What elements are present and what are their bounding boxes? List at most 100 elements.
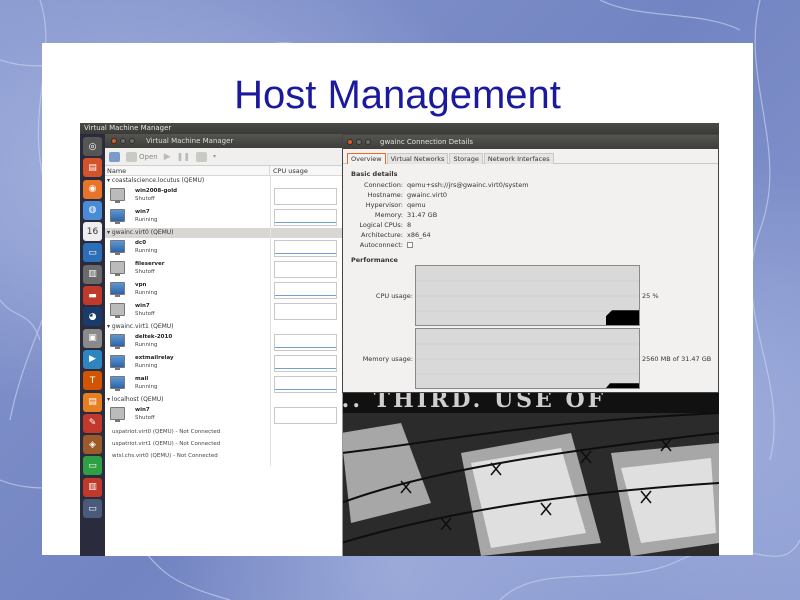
vm-state: Shutoff (135, 311, 155, 317)
cpu-usage-area (606, 310, 639, 325)
inkscape-icon[interactable]: ✎ (83, 413, 102, 433)
vm-name: extmailrelay (135, 355, 174, 361)
files-icon[interactable]: ▤ (83, 158, 102, 178)
vm-cpu-graph (274, 303, 337, 320)
new-vm-icon[interactable] (109, 151, 120, 162)
disconnected-connection-row[interactable]: wtsl.chs.virt0 (QEMU) - Not Connected (105, 450, 342, 462)
detail-key: Memory: (374, 211, 403, 219)
vm-row[interactable]: extmailrelay Running (105, 353, 342, 374)
vm-cpu-graph (274, 407, 337, 424)
vm-shutoff-icon (110, 303, 125, 318)
vm-row[interactable]: win7 Shutoff (105, 405, 342, 426)
vm-row[interactable]: dc0 Running (105, 238, 342, 259)
details-titlebar[interactable]: gwainc Connection Details (343, 135, 718, 149)
vm-row[interactable]: vpn Running (105, 280, 342, 301)
cpu-usage-graph (415, 265, 640, 326)
vm-row[interactable]: mail Running (105, 374, 342, 395)
open-button-label: Open (139, 152, 158, 161)
barbed-wire-image: ... THIRD. USE OF (341, 393, 719, 556)
vm-cpu-graph (274, 188, 337, 205)
vm-row[interactable]: win7 Shutoff (105, 301, 342, 322)
chip-icon[interactable]: ▣ (83, 328, 102, 348)
cpu-column-header[interactable]: CPU usage (270, 166, 308, 175)
connection-row[interactable]: ▾ gwainc.virt1 (QEMU) (105, 322, 342, 332)
maximize-icon[interactable] (129, 138, 135, 144)
vm-running-icon (110, 334, 125, 349)
vmm-window: Virtual Machine Manager Open ▶ ❚❚ ▾ Name… (105, 134, 343, 556)
autoconnect-checkbox[interactable] (407, 242, 413, 248)
monitor-icon[interactable]: ▭ (83, 456, 102, 476)
gimp-icon[interactable]: ◈ (83, 435, 102, 455)
disconnected-connection-row[interactable]: uspatriot.virt0 (QEMU) - Not Connected (105, 426, 342, 438)
virt-manager-icon[interactable]: ▥ (83, 264, 102, 284)
cpu-sparkline (275, 253, 336, 254)
minimize-icon[interactable] (356, 139, 362, 145)
chevron-down-icon[interactable]: ▾ (213, 153, 216, 160)
vm-row[interactable]: deltek-2010 Running (105, 332, 342, 353)
memory-usage-graph (415, 328, 640, 389)
play-icon[interactable]: ▶ (83, 349, 102, 369)
close-icon[interactable] (111, 138, 117, 144)
vm-running-icon (110, 209, 125, 224)
tab-overview[interactable]: Overview (347, 153, 386, 164)
trash-icon[interactable]: ▥ (83, 477, 102, 497)
detail-key: Hypervisor: (365, 201, 403, 209)
wallpaper-text: ... THIRD. USE OF (341, 393, 606, 413)
remote-desktop-icon[interactable]: ▭ (83, 243, 102, 263)
memory-usage-value: 2560 MB of 31.47 GB (642, 355, 712, 363)
document-icon[interactable]: ▤ (83, 392, 102, 412)
vm-state: Shutoff (135, 415, 155, 421)
close-icon[interactable] (347, 139, 353, 145)
detail-row: Hypervisor: qemu (343, 200, 718, 210)
desktop-screenshot: Virtual Machine Manager ◎ ▤ ◉ ◍ 16 ▭ ▥ ▬ ◕ ▣ ▶ T ▤ ✎ ◈… (80, 123, 719, 556)
vm-name: deltek-2010 (135, 334, 173, 340)
launcher: ◎ ▤ ◉ ◍ 16 ▭ ▥ ▬ ◕ ▣ ▶ T ▤ ✎ ◈ ▭ ▥ ▭ (80, 134, 105, 556)
vm-running-icon (110, 240, 125, 255)
connection-row[interactable]: ▾ localhost (QEMU) (105, 395, 342, 405)
basic-details: Connection: qemu+ssh://jrs@gwainc.virt0/s… (343, 180, 718, 240)
calendar-icon[interactable]: 16 (83, 222, 102, 242)
vm-state: Running (135, 384, 158, 390)
name-column-header[interactable]: Name (105, 166, 270, 175)
memory-usage-area (606, 383, 639, 388)
vmm-titlebar[interactable]: Virtual Machine Manager (105, 134, 342, 148)
transmission-icon[interactable]: T (83, 371, 102, 391)
chrome-icon[interactable]: ◍ (83, 200, 102, 220)
detail-row: Connection: qemu+ssh://jrs@gwainc.virt0/s… (343, 180, 718, 190)
cpu-sparkline (275, 347, 336, 348)
shutdown-icon[interactable] (196, 151, 208, 162)
autoconnect-row: Autoconnect: (343, 240, 718, 250)
screen-icon[interactable]: ▭ (83, 499, 102, 519)
terminal-icon[interactable]: ▬ (83, 286, 102, 306)
firefox-icon[interactable]: ◉ (83, 179, 102, 199)
detail-value: 31.47 GB (407, 211, 438, 219)
memory-usage-label: Memory usage: (362, 355, 413, 363)
connection-row[interactable]: ▾ gwainc.virt0 (QEMU) (105, 228, 342, 238)
disconnected-connection-row[interactable]: uspatriot.virt1 (QEMU) - Not Connected (105, 438, 342, 450)
slide-title: Host Management (234, 73, 561, 117)
tab-network-interfaces[interactable]: Network Interfaces (483, 153, 554, 164)
tab-virtual-networks[interactable]: Virtual Networks (386, 153, 449, 164)
tor-icon[interactable]: ◕ (83, 307, 102, 327)
vm-row[interactable]: win2008-gold Shutoff (105, 186, 342, 207)
maximize-icon[interactable] (365, 139, 371, 145)
basic-details-title: Basic details (351, 170, 398, 178)
vm-state: Running (135, 363, 158, 369)
vm-name: vpn (135, 282, 147, 288)
cpu-sparkline (275, 222, 336, 223)
tab-storage[interactable]: Storage (449, 153, 483, 164)
run-icon[interactable]: ▶ (164, 152, 171, 162)
vm-state: Shutoff (135, 269, 155, 275)
list-header: Name CPU usage (105, 166, 342, 176)
connection-row[interactable]: ▾ coastalscience.locutus (QEMU) (105, 176, 342, 186)
open-button[interactable]: Open (126, 151, 158, 162)
vm-shutoff-icon (110, 188, 125, 203)
vm-row[interactable]: fileserver Shutoff (105, 259, 342, 280)
minimize-icon[interactable] (120, 138, 126, 144)
vm-row[interactable]: win7 Running (105, 207, 342, 228)
vm-name: win7 (135, 209, 150, 215)
vm-cpu-graph (274, 261, 337, 278)
dash-icon[interactable]: ◎ (83, 137, 102, 156)
pause-icon[interactable]: ❚❚ (177, 152, 190, 161)
vm-running-icon (110, 355, 125, 370)
